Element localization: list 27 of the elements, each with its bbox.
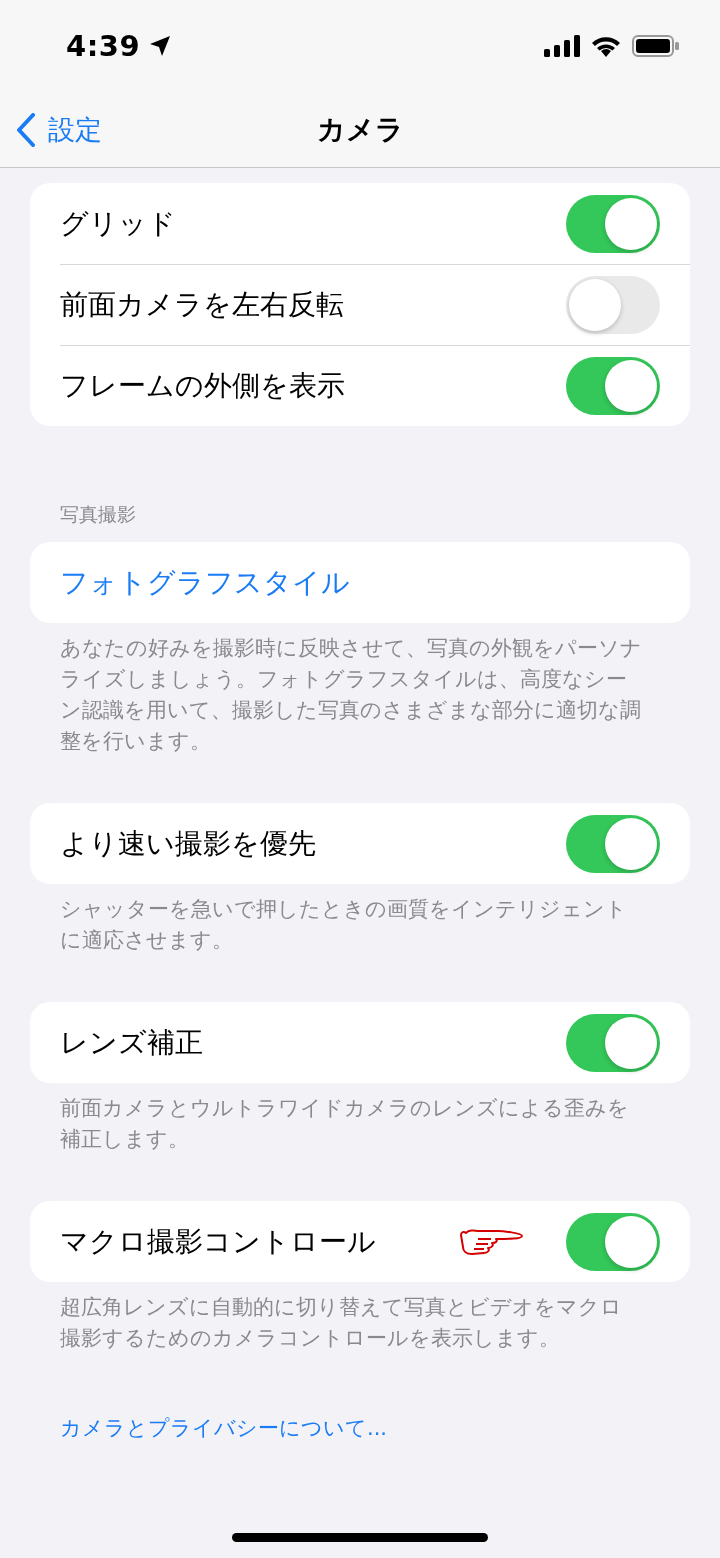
setting-label: より速い撮影を優先	[60, 825, 317, 862]
toggle-switch[interactable]	[566, 1212, 660, 1271]
chevron-left-icon	[16, 112, 36, 147]
setting-label: 前面カメラを左右反転	[60, 286, 345, 323]
toggle-switch[interactable]	[566, 356, 660, 415]
privacy-link[interactable]: カメラとプライバシーについて...	[60, 1416, 388, 1440]
toggle-switch[interactable]	[566, 814, 660, 873]
signal-icon	[544, 35, 580, 57]
wifi-icon	[590, 35, 622, 57]
toggle-switch[interactable]	[566, 275, 660, 334]
page-title: カメラ	[316, 112, 404, 146]
footer-text: 前面カメラとウルトラワイドカメラのレンズによる歪みを補正します。	[59, 1095, 630, 1153]
setting-label: フレームの外側を表示	[60, 367, 346, 404]
setting-label: レンズ補正	[60, 1024, 204, 1061]
footer-text: あなたの好みを撮影時に反映させて、写真の外観をパーソナライズしましょう。フォトグラフスタイルは、高度なシーン認識を用いて、撮影した写真のさまざまな部分に適切な調整を行います。	[59, 635, 643, 755]
setting-label: マクロ撮影コントロール	[60, 1223, 377, 1260]
link-row[interactable]: フォトグラフスタイル	[60, 563, 350, 602]
setting-label: グリッド	[60, 205, 177, 242]
time-text: 4:39	[66, 29, 141, 63]
footer-text: 超広角レンズに自動的に切り替えて写真とビデオをマクロ撮影するためのカメラコントロールを表示します。	[59, 1294, 623, 1352]
toggle-switch[interactable]	[566, 1013, 660, 1072]
battery-icon	[632, 35, 680, 57]
footer-text: シャッターを急いで押したときの画質をインテリジェントに適応させます。	[59, 896, 628, 954]
section-header: 写真撮影	[59, 502, 137, 527]
toggle-switch[interactable]	[566, 194, 660, 253]
location-arrow-icon	[148, 34, 173, 58]
back-button[interactable]: 設定	[16, 111, 102, 148]
